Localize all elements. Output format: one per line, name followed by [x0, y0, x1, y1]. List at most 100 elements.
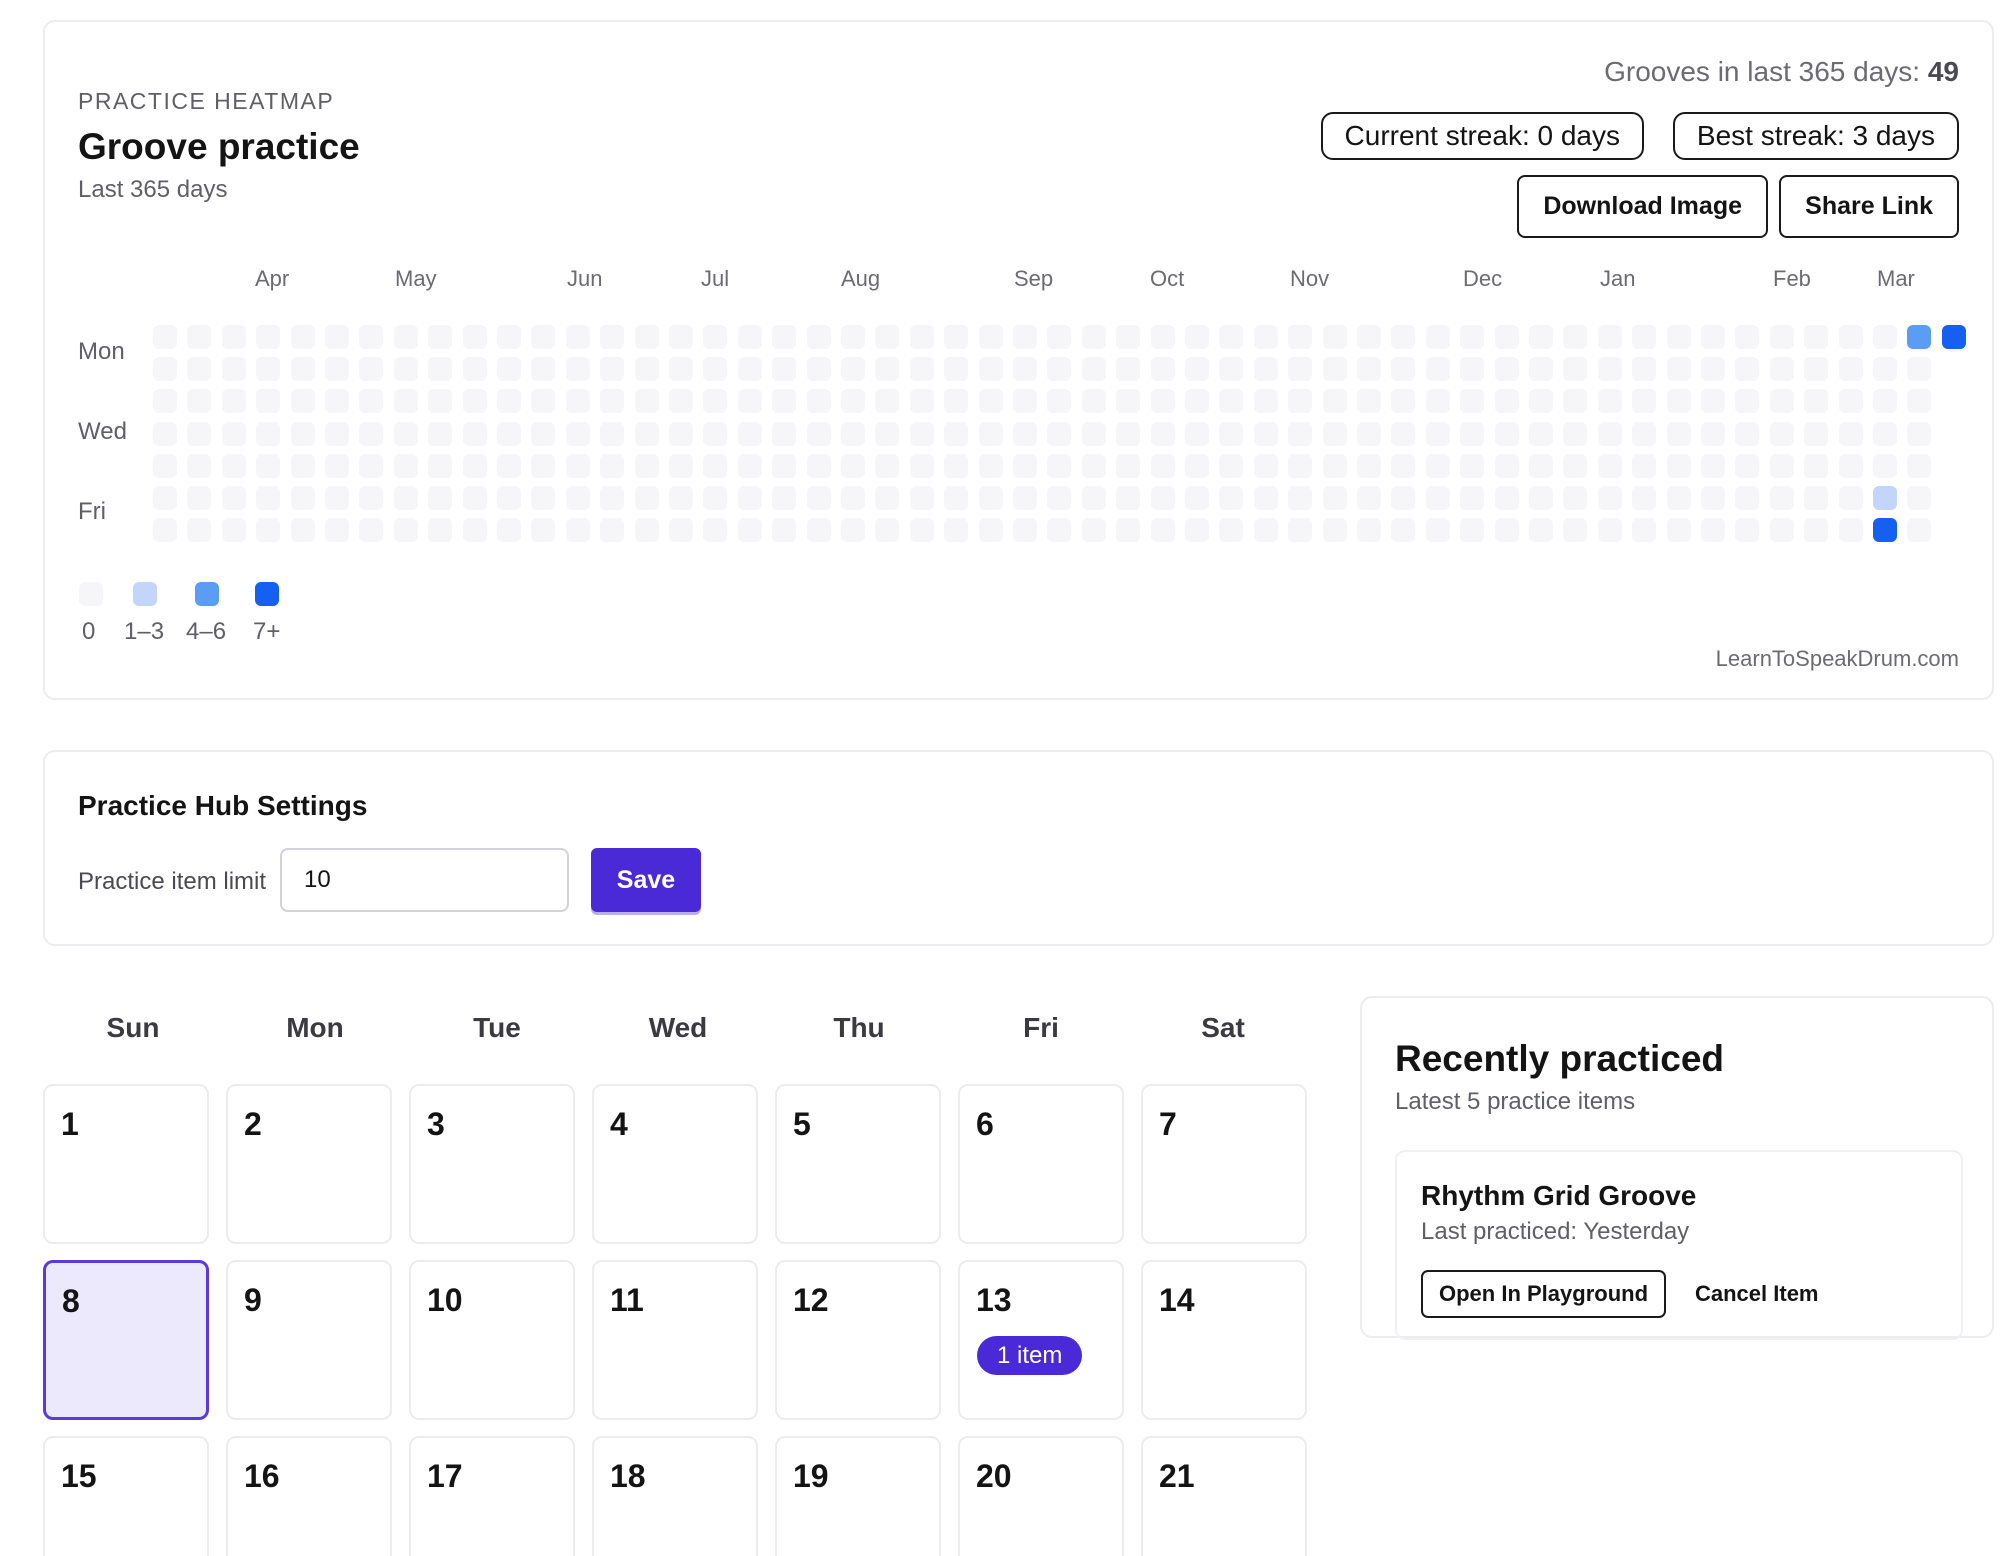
- heatmap-cell: [944, 518, 968, 542]
- calendar-day[interactable]: 6: [958, 1084, 1124, 1244]
- heatmap-cell: [1495, 486, 1519, 510]
- practice-count-badge[interactable]: 1 item: [977, 1336, 1083, 1375]
- heatmap-cell: [979, 454, 1003, 478]
- calendar-day[interactable]: 16: [226, 1436, 392, 1556]
- calendar-day[interactable]: 12: [775, 1260, 941, 1420]
- heatmap-cell: [325, 518, 349, 542]
- heatmap-cell: [1254, 518, 1278, 542]
- day-number: 5: [793, 1106, 811, 1142]
- heatmap-cell: [256, 454, 280, 478]
- heatmap-cell: [1632, 325, 1656, 349]
- heatmap-cell: [1804, 389, 1828, 413]
- heatmap-cell: [1185, 422, 1209, 446]
- heatmap-cell: [910, 325, 934, 349]
- day-number: 6: [976, 1106, 994, 1142]
- heatmap-cell: [1563, 357, 1587, 381]
- heatmap-cell: [256, 422, 280, 446]
- heatmap-cell: [531, 518, 555, 542]
- heatmap-cell: [428, 422, 452, 446]
- heatmap-cell: [807, 454, 831, 478]
- heatmap-cell: [497, 389, 521, 413]
- heatmap-cell: [1288, 454, 1312, 478]
- heatmap-cell: [1701, 325, 1725, 349]
- calendar-day[interactable]: 2: [226, 1084, 392, 1244]
- month-label: Aug: [841, 266, 881, 291]
- heatmap-cell: [1151, 486, 1175, 510]
- save-button[interactable]: Save: [591, 848, 701, 912]
- heatmap-cell: [1426, 454, 1450, 478]
- practice-limit-input[interactable]: [280, 848, 569, 912]
- calendar-day[interactable]: 14: [1141, 1260, 1307, 1420]
- heatmap-cell: [1013, 422, 1037, 446]
- heatmap-cell: [1839, 325, 1863, 349]
- open-in-playground-button[interactable]: Open In Playground: [1421, 1270, 1667, 1318]
- current-streak-badge: Current streak: 0 days: [1320, 112, 1644, 160]
- heatmap-cell: [635, 518, 659, 542]
- calendar-day[interactable]: 17: [409, 1436, 575, 1556]
- day-number: 8: [62, 1283, 80, 1319]
- heatmap-cell: [1219, 325, 1243, 349]
- calendar-day-selected[interactable]: 8: [43, 1260, 209, 1420]
- month-label: Sep: [1014, 266, 1054, 291]
- heatmap-cell: [187, 454, 211, 478]
- heatmap-cell: [566, 422, 590, 446]
- heatmap-cell: [497, 422, 521, 446]
- heatmap-cell: [944, 422, 968, 446]
- heatmap-cell: [1804, 486, 1828, 510]
- calendar-day[interactable]: 19: [775, 1436, 941, 1556]
- heatmap-cell: [979, 389, 1003, 413]
- heatmap-cell: [703, 422, 727, 446]
- heatmap-cell: [1907, 357, 1931, 381]
- heatmap-cell: [1735, 454, 1759, 478]
- heatmap-cell: [1219, 389, 1243, 413]
- heatmap-cell: [1873, 389, 1897, 413]
- calendar-day[interactable]: 3: [409, 1084, 575, 1244]
- heatmap-cell: [875, 486, 899, 510]
- calendar-day[interactable]: 21: [1141, 1436, 1307, 1556]
- calendar-day[interactable]: 18: [592, 1436, 758, 1556]
- calendar-day[interactable]: 10: [409, 1260, 575, 1420]
- heatmap-cell: [875, 389, 899, 413]
- heatmap-cell: [1185, 357, 1209, 381]
- recent-item-last-practiced: Last practiced: Yesterday: [1421, 1218, 1690, 1245]
- calendar-day[interactable]: 5: [775, 1084, 941, 1244]
- calendar-day[interactable]: 4: [592, 1084, 758, 1244]
- calendar-day[interactable]: 13 1 item: [958, 1260, 1124, 1420]
- heatmap-cell: [325, 486, 349, 510]
- heatmap-cell: [1495, 389, 1519, 413]
- heatmap-cell: [841, 357, 865, 381]
- heatmap-cell: [669, 454, 693, 478]
- heatmap-cell: [222, 325, 246, 349]
- calendar-day[interactable]: 1: [43, 1084, 209, 1244]
- calendar-day[interactable]: 11: [592, 1260, 758, 1420]
- heatmap-cell: [222, 389, 246, 413]
- download-image-button[interactable]: Download Image: [1517, 175, 1768, 238]
- cancel-item-button[interactable]: Cancel Item: [1679, 1270, 1835, 1318]
- heatmap-cell: [497, 357, 521, 381]
- weekday-header: Sun: [106, 1012, 160, 1043]
- heatmap-cell: [1116, 486, 1140, 510]
- heatmap-cell: [1667, 454, 1691, 478]
- heatmap-cell: [153, 454, 177, 478]
- heatmap-cell: [1667, 357, 1691, 381]
- month-label: Feb: [1773, 266, 1811, 291]
- calendar-day[interactable]: 15: [43, 1436, 209, 1556]
- heatmap-cell: [944, 325, 968, 349]
- heatmap-cell: [1288, 325, 1312, 349]
- calendar-day[interactable]: 9: [226, 1260, 392, 1420]
- recently-practiced-card: Recently practiced Latest 5 practice ite…: [1360, 996, 1994, 1340]
- heatmap-cell: [1288, 422, 1312, 446]
- calendar-day[interactable]: 20: [958, 1436, 1124, 1556]
- heatmap-cell: [1219, 518, 1243, 542]
- heatmap-cell: [187, 357, 211, 381]
- heatmap-cell: [807, 486, 831, 510]
- share-link-button[interactable]: Share Link: [1779, 175, 1959, 238]
- heatmap-cell: [669, 422, 693, 446]
- heatmap-cell: [531, 486, 555, 510]
- heatmap-cell: [1047, 486, 1071, 510]
- heatmap-cell: [703, 357, 727, 381]
- heatmap-cell: [635, 422, 659, 446]
- heatmap-cell: [635, 325, 659, 349]
- heatmap-cell: [979, 422, 1003, 446]
- calendar-day[interactable]: 7: [1141, 1084, 1307, 1244]
